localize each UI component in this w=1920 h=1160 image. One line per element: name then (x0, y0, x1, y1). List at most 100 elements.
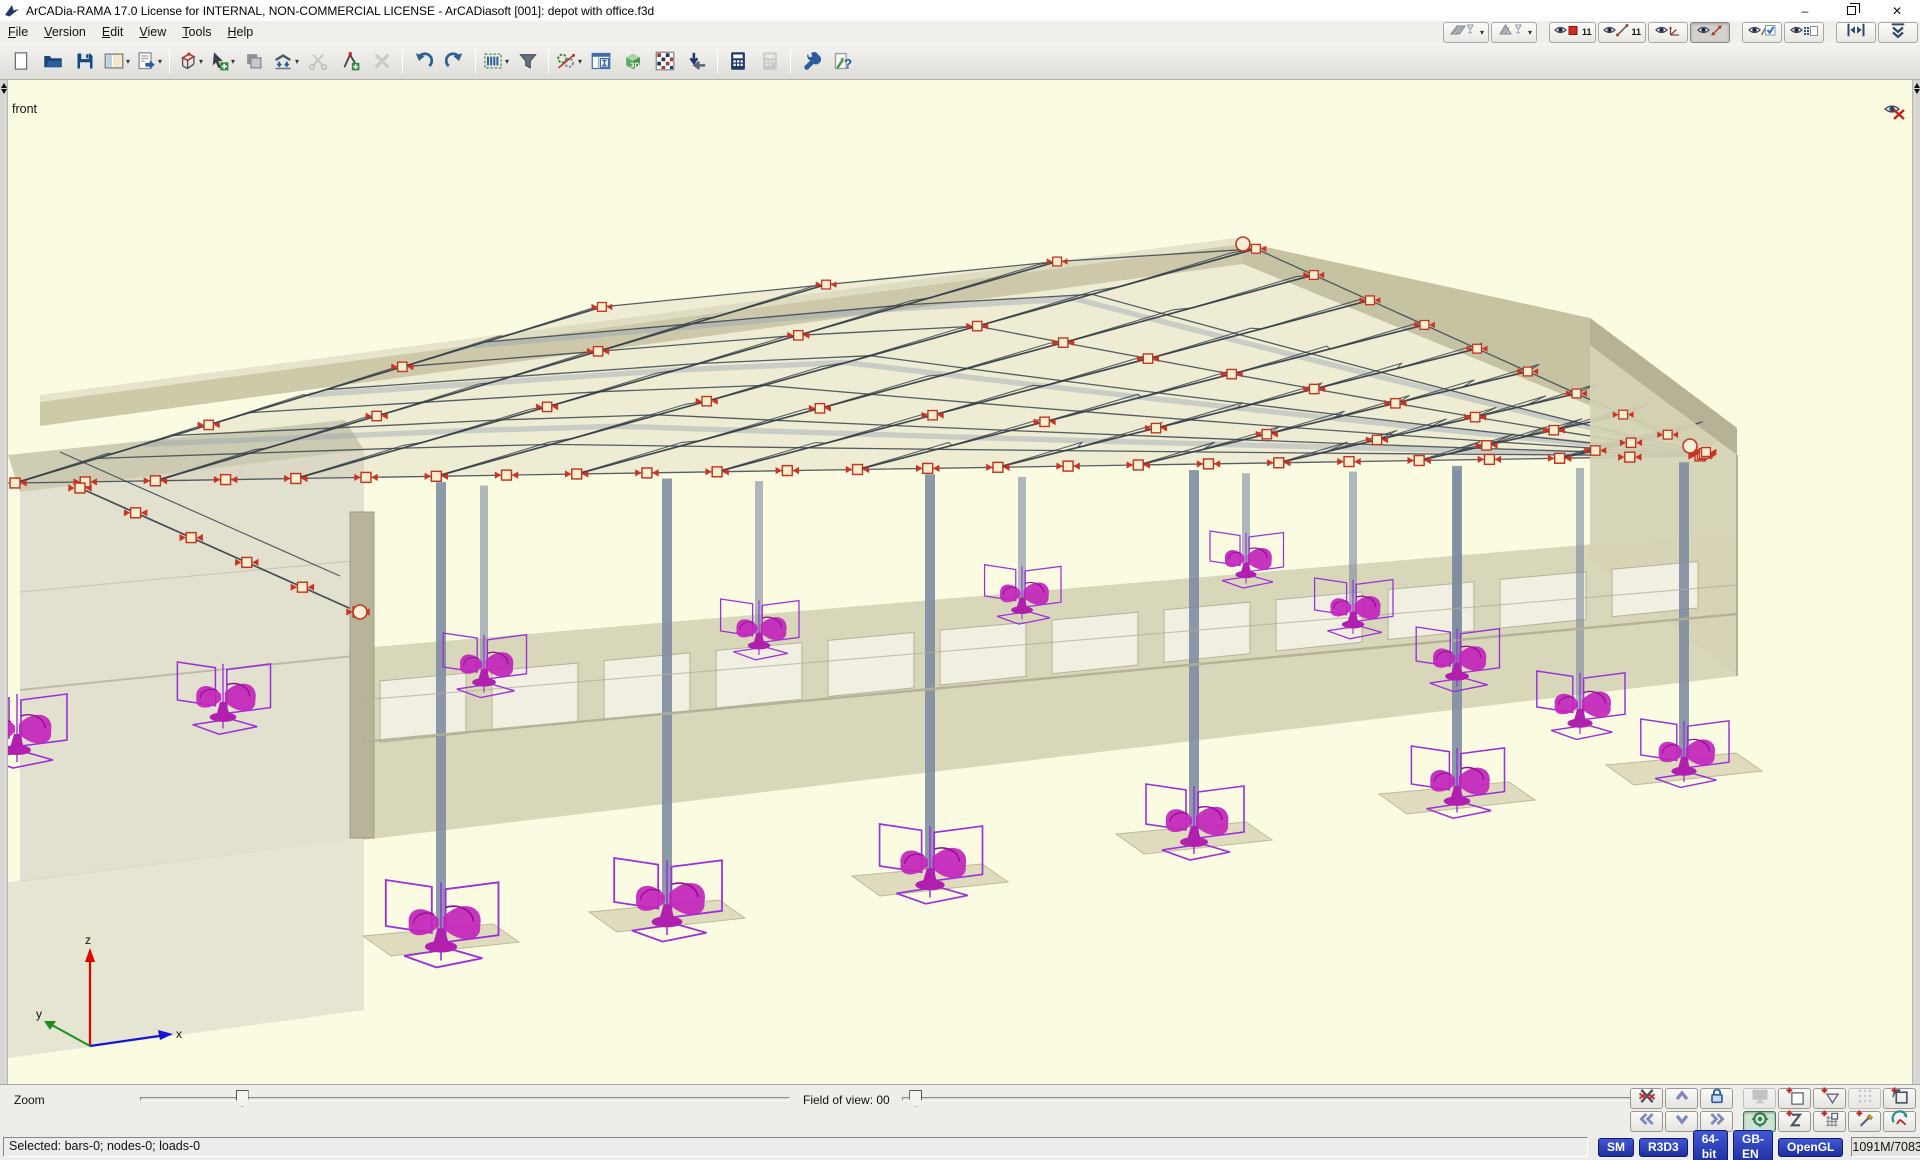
menu-tools[interactable]: Tools (174, 23, 219, 41)
toolbar-separator (169, 49, 170, 73)
new-view-triangle-button[interactable] (1813, 1088, 1846, 1109)
section-bars-button[interactable]: ▾ (481, 46, 511, 76)
undo-button[interactable] (408, 46, 438, 76)
close-button-icon[interactable]: ✕ (1874, 0, 1920, 21)
toolbar-separator (402, 49, 403, 73)
rotate-view-square-button[interactable] (1883, 1088, 1916, 1109)
dropdown-caret-icon[interactable]: ▾ (231, 57, 235, 66)
new-view-line-button[interactable] (1848, 1111, 1881, 1132)
hatchtri-icon (1496, 22, 1523, 43)
delete-button (367, 46, 397, 76)
dropdown-caret-icon[interactable]: ▾ (158, 57, 162, 66)
project-manager-button[interactable]: ▾ (102, 46, 132, 76)
hatchquad-icon (1448, 22, 1475, 43)
fit-view-button[interactable] (1836, 22, 1876, 43)
selectadd-icon (340, 51, 360, 71)
show-node-numbers-button[interactable]: 11 (1549, 22, 1597, 43)
view-name-label: front (12, 102, 37, 116)
status-bar: Selected: bars-0; nodes-0; loads-0 SMR3D… (0, 1134, 1920, 1160)
dropdown-caret-icon[interactable]: ▾ (578, 57, 582, 66)
calculate-button[interactable] (723, 46, 753, 76)
menu-view[interactable]: View (131, 23, 174, 41)
frame-3d-button[interactable]: ▾ (175, 46, 205, 76)
pan-up-button[interactable] (1665, 1088, 1698, 1109)
render-faces-button[interactable]: ▾ (1443, 22, 1489, 43)
new-project-button[interactable] (6, 46, 36, 76)
properties-table-button[interactable] (586, 46, 616, 76)
show-dimensions-button[interactable] (1690, 22, 1730, 43)
left-splitter[interactable] (0, 80, 8, 1084)
generators-button[interactable]: ▾ (554, 46, 584, 76)
close-view-button[interactable] (1630, 1088, 1663, 1109)
center-model-button[interactable] (1743, 1111, 1776, 1132)
redo-button[interactable] (440, 46, 470, 76)
fov-slider[interactable] (902, 1097, 1638, 1101)
model-3d-view[interactable]: z x y (8, 80, 1912, 1084)
save-project-button[interactable] (70, 46, 100, 76)
select-add-button[interactable] (335, 46, 365, 76)
menu-file[interactable]: File (0, 23, 36, 41)
pan-right-button[interactable] (1700, 1111, 1733, 1132)
restore-button-icon[interactable] (1828, 0, 1874, 21)
report-button[interactable]: ▾ (134, 46, 164, 76)
status-badge[interactable]: SM (1598, 1138, 1634, 1157)
axis-label-z: z (85, 933, 91, 947)
add-node-button[interactable]: ▾ (207, 46, 237, 76)
rotate-3d-button[interactable] (1883, 1111, 1916, 1132)
dropdown-caret-icon[interactable]: ▾ (199, 57, 203, 66)
collapse-panel-button[interactable] (1878, 22, 1918, 43)
dblchev-icon (1888, 20, 1908, 45)
render-edges-button[interactable]: ▾ (1491, 22, 1537, 43)
page-icon (11, 51, 31, 71)
bottom-control-bar: Zoom Field of view: 00 (0, 1084, 1920, 1134)
redo-icon (445, 51, 465, 71)
loads-button[interactable] (682, 46, 712, 76)
dropdown-caret-icon: ▾ (1528, 28, 1532, 37)
plussq-icon (1785, 1086, 1805, 1111)
dropdown-caret-icon[interactable]: ▾ (126, 57, 130, 66)
dropdown-caret-icon[interactable]: ▾ (295, 57, 299, 66)
lock-view-button[interactable] (1700, 1088, 1733, 1109)
fit-screen-button (1743, 1088, 1776, 1109)
show-bar-numbers-button[interactable]: 11 (1598, 22, 1646, 43)
zoom-label: Zoom (14, 1093, 45, 1107)
new-view-square-button[interactable] (1778, 1088, 1811, 1109)
xgray-icon (372, 51, 392, 71)
help-button[interactable]: ? (828, 46, 858, 76)
fov-slider-thumb[interactable] (909, 1090, 922, 1107)
close-view-icon[interactable] (1884, 102, 1908, 120)
show-grid-button[interactable] (1784, 22, 1824, 43)
axis-label-y: y (36, 1007, 42, 1021)
filter-button[interactable] (513, 46, 543, 76)
zoom-slider-thumb[interactable] (236, 1090, 249, 1107)
minimize-button-icon[interactable]: – (1782, 0, 1828, 21)
calc-icon (728, 51, 748, 71)
status-badge[interactable]: GB-EN (1733, 1130, 1773, 1160)
copy-button[interactable] (239, 46, 269, 76)
new-view-grid-button[interactable] (1813, 1111, 1846, 1132)
status-badge[interactable]: OpenGL (1778, 1138, 1843, 1157)
show-local-axes-button[interactable] (1648, 22, 1688, 43)
settings-button[interactable] (796, 46, 826, 76)
view-3d-button[interactable]: 3D (618, 46, 648, 76)
menu-version[interactable]: Version (36, 23, 94, 41)
view-toolbar: ▾ ▾ 1111 (1443, 21, 1918, 43)
dropdown-caret-icon: ▾ (1480, 28, 1484, 37)
monitor-icon (1750, 1086, 1770, 1111)
move-structure-button[interactable]: ▾ (271, 46, 301, 76)
pan-down-button[interactable] (1665, 1111, 1698, 1132)
open-project-button[interactable] (38, 46, 68, 76)
show-bars-button[interactable] (1742, 22, 1782, 43)
memory-indicator: 1091M/7083M (1851, 1137, 1920, 1157)
folder-icon (43, 51, 63, 71)
axis-label-x: x (176, 1027, 182, 1041)
menu-edit[interactable]: Edit (94, 23, 132, 41)
status-badge[interactable]: R3D3 (1639, 1138, 1688, 1157)
status-badge[interactable]: 64-bit (1693, 1130, 1728, 1160)
pan-left-button[interactable] (1630, 1111, 1663, 1132)
dropdown-caret-icon[interactable]: ▾ (505, 57, 509, 66)
new-view-hourglass-button[interactable] (1778, 1111, 1811, 1132)
right-splitter[interactable] (1912, 80, 1920, 1084)
menu-help[interactable]: Help (219, 23, 261, 41)
load-matrix-button[interactable] (650, 46, 680, 76)
